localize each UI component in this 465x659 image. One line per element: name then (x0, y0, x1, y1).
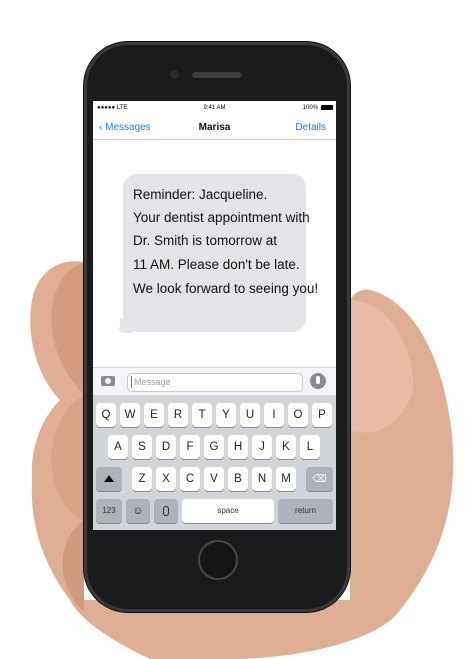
key-w[interactable]: W (120, 403, 140, 427)
microphone-key-icon (163, 505, 169, 516)
conversation-header: ‹ Messages Marisa Details (93, 115, 336, 140)
key-f[interactable]: F (180, 435, 200, 459)
message-line: Dr. Smith is tomorrow at (133, 233, 278, 248)
message-placeholder: Message (134, 377, 171, 387)
details-button[interactable]: Details (295, 122, 326, 133)
battery-icon (321, 105, 333, 110)
key-x[interactable]: X (156, 467, 176, 491)
battery-percent: 100% (302, 105, 318, 111)
key-k[interactable]: K (276, 435, 296, 459)
status-bar: ●●●●● LTE 9:41 AM 100% (93, 101, 336, 115)
message-compose-bar: Message (93, 367, 336, 396)
phone-screen: ●●●●● LTE 9:41 AM 100% ‹ Messages Marisa… (93, 101, 336, 530)
key-c[interactable]: C (180, 467, 200, 491)
dictation-key[interactable] (154, 499, 178, 523)
message-line: 11 AM. Please don't be late. (133, 257, 300, 272)
key-q[interactable]: Q (96, 403, 116, 427)
key-z[interactable]: Z (132, 467, 152, 491)
key-d[interactable]: D (156, 435, 176, 459)
home-button[interactable] (198, 540, 238, 580)
key-n[interactable]: N (252, 467, 272, 491)
key-l[interactable]: L (300, 435, 320, 459)
backspace-icon: ⌫ (312, 474, 327, 485)
message-input[interactable]: Message (127, 373, 303, 392)
camera-icon[interactable] (101, 376, 115, 386)
key-j[interactable]: J (252, 435, 272, 459)
text-cursor (131, 376, 132, 388)
delete-key[interactable]: ⌫ (306, 467, 333, 491)
message-line: Your dentist appointment with (133, 210, 310, 225)
keyboard: Q W E R T Y U I O P A S D F G H J K L Z … (93, 395, 336, 530)
key-a[interactable]: A (108, 435, 128, 459)
shift-key[interactable] (96, 467, 122, 491)
key-i[interactable]: I (264, 403, 284, 427)
emoji-icon: ☺ (132, 505, 144, 517)
key-m[interactable]: M (276, 467, 296, 491)
key-t[interactable]: T (192, 403, 212, 427)
key-h[interactable]: H (228, 435, 248, 459)
return-key[interactable]: return (278, 499, 333, 523)
space-key[interactable]: space (182, 499, 274, 523)
shift-arrow-icon (104, 475, 114, 483)
key-e[interactable]: E (144, 403, 164, 427)
key-s[interactable]: S (132, 435, 152, 459)
key-g[interactable]: G (204, 435, 224, 459)
status-time: 9:41 AM (203, 105, 226, 111)
key-v[interactable]: V (204, 467, 224, 491)
key-u[interactable]: U (240, 403, 260, 427)
key-o[interactable]: O (288, 403, 308, 427)
key-r[interactable]: R (168, 403, 188, 427)
numbers-key[interactable]: 123 (96, 499, 122, 523)
message-line: Reminder: Jacqueline. (133, 187, 268, 202)
message-line: We look forward to seeing you! (133, 281, 319, 296)
key-p[interactable]: P (312, 403, 332, 427)
key-y[interactable]: Y (216, 403, 236, 427)
emoji-key[interactable]: ☺ (126, 499, 150, 523)
microphone-icon[interactable] (310, 373, 326, 389)
front-camera-icon (170, 70, 179, 79)
earpiece-speaker (192, 72, 242, 78)
key-b[interactable]: B (228, 467, 248, 491)
